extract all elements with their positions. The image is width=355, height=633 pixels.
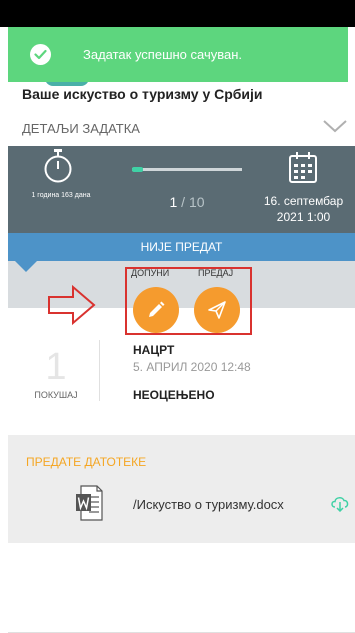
- progress-track: [132, 168, 242, 171]
- arrow-right-icon: [48, 284, 96, 326]
- toast-message: Задатак успешно сачуван.: [83, 47, 243, 62]
- progress-separator: /: [181, 194, 189, 210]
- left-edge: [0, 27, 8, 633]
- send-icon: [208, 301, 226, 319]
- progress-counter: 1 / 10: [132, 194, 242, 210]
- file-link[interactable]: /Искуство о туризму.docx: [133, 497, 284, 512]
- submission-status-badge: НИЈЕ ПРЕДАТ: [8, 233, 355, 261]
- edit-label: ДОПУНИ: [131, 268, 170, 278]
- submit-button[interactable]: [194, 287, 240, 333]
- stopwatch-icon: [44, 149, 72, 183]
- progress-total: 10: [188, 194, 205, 210]
- task-details-toggle[interactable]: ДЕТАЉИ ЗАДАТКА: [22, 121, 140, 136]
- status-bar: [0, 0, 355, 27]
- attempt-number: 1: [45, 346, 67, 388]
- time-remaining: 1 година 163 дана: [31, 192, 91, 199]
- grade-status: НЕОЦЕЊЕНО: [133, 388, 215, 402]
- divider: [99, 340, 100, 401]
- check-icon: [30, 44, 51, 65]
- files-title: ПРЕДАТЕ ДАТОТЕКЕ: [26, 455, 147, 469]
- pencil-icon: [149, 301, 165, 317]
- progress-fill: [132, 167, 143, 172]
- attempt-label: ПОКУШАЈ: [34, 390, 78, 400]
- cloud-download-icon[interactable]: [330, 494, 350, 512]
- draft-date: 5. АПРИЛ 2020 12:48: [133, 360, 251, 374]
- progress-current: 1: [169, 194, 178, 210]
- edit-button[interactable]: [133, 287, 179, 333]
- due-date-time: 2021 1:00: [276, 210, 331, 224]
- calendar-icon: [289, 152, 317, 183]
- submit-label: ПРЕДАЈ: [198, 268, 234, 278]
- status-notch: [15, 261, 37, 272]
- task-title: Ваше искуство о туризму у Србији: [22, 86, 263, 102]
- due-date: 16. септембар 2021 1:00: [252, 193, 355, 225]
- success-toast: Задатак успешно сачуван.: [8, 27, 348, 82]
- submitted-files-section: [8, 435, 355, 543]
- word-doc-icon: [76, 485, 103, 521]
- due-date-day: 16. септембар: [263, 194, 344, 208]
- draft-title: НАЦРТ: [133, 343, 175, 357]
- chevron-down-icon[interactable]: [322, 118, 348, 134]
